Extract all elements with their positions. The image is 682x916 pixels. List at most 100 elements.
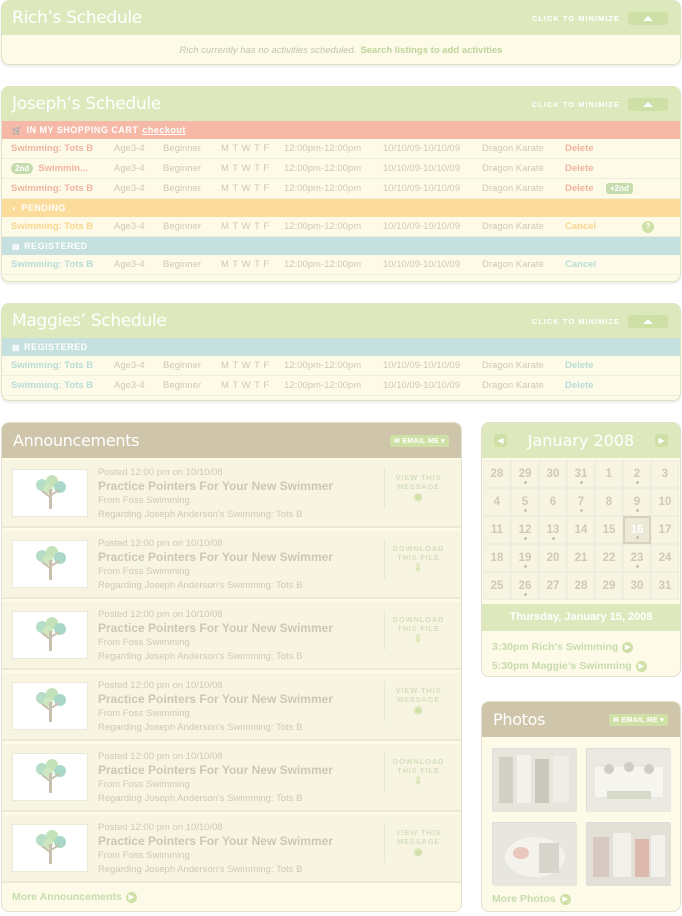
delete-link[interactable]: Delete <box>565 183 594 194</box>
activity-name[interactable]: Swimming: Tots B <box>11 143 93 154</box>
minimize-control[interactable]: CLICK TO MINIMIZE <box>532 314 668 328</box>
activity-name[interactable]: Swimming: Tots B <box>11 380 93 391</box>
search-listings-link[interactable]: Search listings to add activities <box>360 45 502 56</box>
calendar-day[interactable]: 10 <box>651 488 679 516</box>
minimize-button[interactable] <box>628 97 668 111</box>
weekdays: M T W T F <box>221 183 270 194</box>
next-month-button[interactable]: ▶ <box>655 434 668 447</box>
more-photos-link[interactable]: More Photos ▶ <box>492 893 571 905</box>
activity-name[interactable]: 2nd Swimmin... <box>11 163 88 174</box>
more-announcements-link[interactable]: More Announcements ▶ <box>12 891 137 903</box>
weekdays: M T W T F <box>221 221 270 232</box>
arrow-right-icon: ▶ <box>125 891 137 903</box>
announcement-item: Posted 12:00 pm on 10/10/08 Practice Poin… <box>2 673 461 741</box>
calendar-event[interactable]: 5:30pm Maggie’s Swimming ▶ <box>492 660 647 672</box>
calendar-day[interactable]: 29 <box>595 572 623 600</box>
cart-rows: Swimming: Tots B Age3-4 Beginner M T W T F 1… <box>2 139 680 199</box>
tree-logo-icon <box>12 469 88 517</box>
photo-thumbnail[interactable] <box>492 748 577 812</box>
photo-thumbnail[interactable] <box>586 822 671 886</box>
view-message-button[interactable]: VIEW THIS MESSAGE ◉ <box>384 823 452 863</box>
calendar-day[interactable]: 21 <box>567 544 595 572</box>
help-icon[interactable]: ? <box>642 220 654 233</box>
calendar-day[interactable]: 26 <box>511 572 539 600</box>
calendar-day[interactable]: 11 <box>483 516 511 544</box>
eye-icon: ◉ <box>413 705 424 716</box>
calendar-day[interactable]: 13 <box>539 516 567 544</box>
announcement-title[interactable]: Practice Pointers For Your New Swimmer <box>98 479 333 493</box>
calendar-day[interactable]: 6 <box>539 488 567 516</box>
cancel-link[interactable]: Cancel <box>565 221 596 232</box>
calendar-day[interactable]: 28 <box>567 572 595 600</box>
email-me-button[interactable]: ✉ EMAIL ME ▾ <box>609 713 668 726</box>
time-range: 12:00pm-12:00pm <box>284 163 362 174</box>
email-me-button[interactable]: ✉ EMAIL ME ▾ <box>390 434 449 447</box>
action-label: DOWNLOAD <box>392 757 445 766</box>
time-range: 12:00pm-12:00pm <box>284 360 362 371</box>
activity-name[interactable]: Swimming: Tots B <box>11 183 93 194</box>
calendar-day[interactable]: 15 <box>595 516 623 544</box>
download-file-button[interactable]: DOWNLOAD THIS FILE ⇩ <box>384 752 452 792</box>
posted-date: Posted 12:00 pm on 10/10/08 <box>98 538 223 549</box>
calendar-day[interactable]: 24 <box>651 544 679 572</box>
calendar-day[interactable]: 23 <box>623 544 651 572</box>
calendar-day[interactable]: 17 <box>651 516 679 544</box>
calendar-day[interactable]: 9 <box>623 488 651 516</box>
more-announcements-label: More Announcements <box>12 891 122 903</box>
activity-name[interactable]: Swimming: Tots B <box>11 221 93 232</box>
minimize-button[interactable] <box>628 11 668 25</box>
delete-link[interactable]: Delete <box>565 380 594 391</box>
calendar-day[interactable]: 1 <box>595 460 623 488</box>
view-message-button[interactable]: VIEW THIS MESSAGE ◉ <box>384 681 452 721</box>
announcement-source: From Foss Swimming <box>98 637 190 648</box>
minimize-control[interactable]: CLICK TO MINIMIZE <box>532 97 668 111</box>
delete-link[interactable]: Delete <box>565 360 594 371</box>
calendar-day[interactable]: 3 <box>651 460 679 488</box>
calendar-day[interactable]: 20 <box>539 544 567 572</box>
calendar-day[interactable]: 28 <box>483 460 511 488</box>
minimize-control[interactable]: CLICK TO MINIMIZE <box>532 11 668 25</box>
calendar-day[interactable]: 8 <box>595 488 623 516</box>
minimize-button[interactable] <box>628 314 668 328</box>
action-label: MESSAGE <box>396 837 441 846</box>
calendar-day[interactable]: 31 <box>567 460 595 488</box>
calendar-event[interactable]: 3:30pm Rich’s Swimming ▶ <box>492 641 634 653</box>
calendar-day[interactable]: 16 <box>623 516 651 544</box>
calendar-day[interactable]: 25 <box>483 572 511 600</box>
announcement-title[interactable]: Practice Pointers For Your New Swimmer <box>98 550 333 564</box>
download-file-button[interactable]: DOWNLOAD THIS FILE ⇩ <box>384 539 452 579</box>
photo-thumbnail[interactable] <box>492 822 577 886</box>
calendar-day[interactable]: 14 <box>567 516 595 544</box>
announcement-title[interactable]: Practice Pointers For Your New Swimmer <box>98 763 333 777</box>
calendar-day[interactable]: 22 <box>595 544 623 572</box>
announcement-title[interactable]: Practice Pointers For Your New Swimmer <box>98 834 333 848</box>
activity-name[interactable]: Swimming: Tots B <box>11 259 93 270</box>
delete-link[interactable]: Delete <box>565 143 594 154</box>
calendar-day[interactable]: 4 <box>483 488 511 516</box>
activity-name[interactable]: Swimming: Tots B <box>11 360 93 371</box>
location: Dragon Karate <box>482 183 544 194</box>
calendar-day[interactable]: 2 <box>623 460 651 488</box>
download-file-button[interactable]: DOWNLOAD THIS FILE ⇩ <box>384 610 452 650</box>
delete-link[interactable]: Delete <box>565 163 594 174</box>
calendar-day[interactable]: 12 <box>511 516 539 544</box>
cancel-link[interactable]: Cancel <box>565 259 596 270</box>
calendar-day[interactable]: 27 <box>539 572 567 600</box>
calendar-day[interactable]: 31 <box>651 572 679 600</box>
calendar-day[interactable]: 30 <box>623 572 651 600</box>
view-message-button[interactable]: VIEW THIS MESSAGE ◉ <box>384 468 452 508</box>
calendar-day[interactable]: 18 <box>483 544 511 572</box>
calendar-day[interactable]: 7 <box>567 488 595 516</box>
announcement-title[interactable]: Practice Pointers For Your New Swimmer <box>98 621 333 635</box>
download-icon: ⇩ <box>413 634 424 645</box>
announcement-title[interactable]: Practice Pointers For Your New Swimmer <box>98 692 333 706</box>
calendar-day[interactable]: 19 <box>511 544 539 572</box>
checkout-link[interactable]: checkout <box>142 125 186 135</box>
calendar-day[interactable]: 30 <box>539 460 567 488</box>
calendar-day[interactable]: 5 <box>511 488 539 516</box>
calendar-day[interactable]: 29 <box>511 460 539 488</box>
add-second-choice-button[interactable]: +2nd <box>606 183 633 194</box>
prev-month-button[interactable]: ◀ <box>494 434 507 447</box>
photo-thumbnail[interactable] <box>586 748 671 812</box>
registered-label: REGISTERED <box>24 241 88 251</box>
